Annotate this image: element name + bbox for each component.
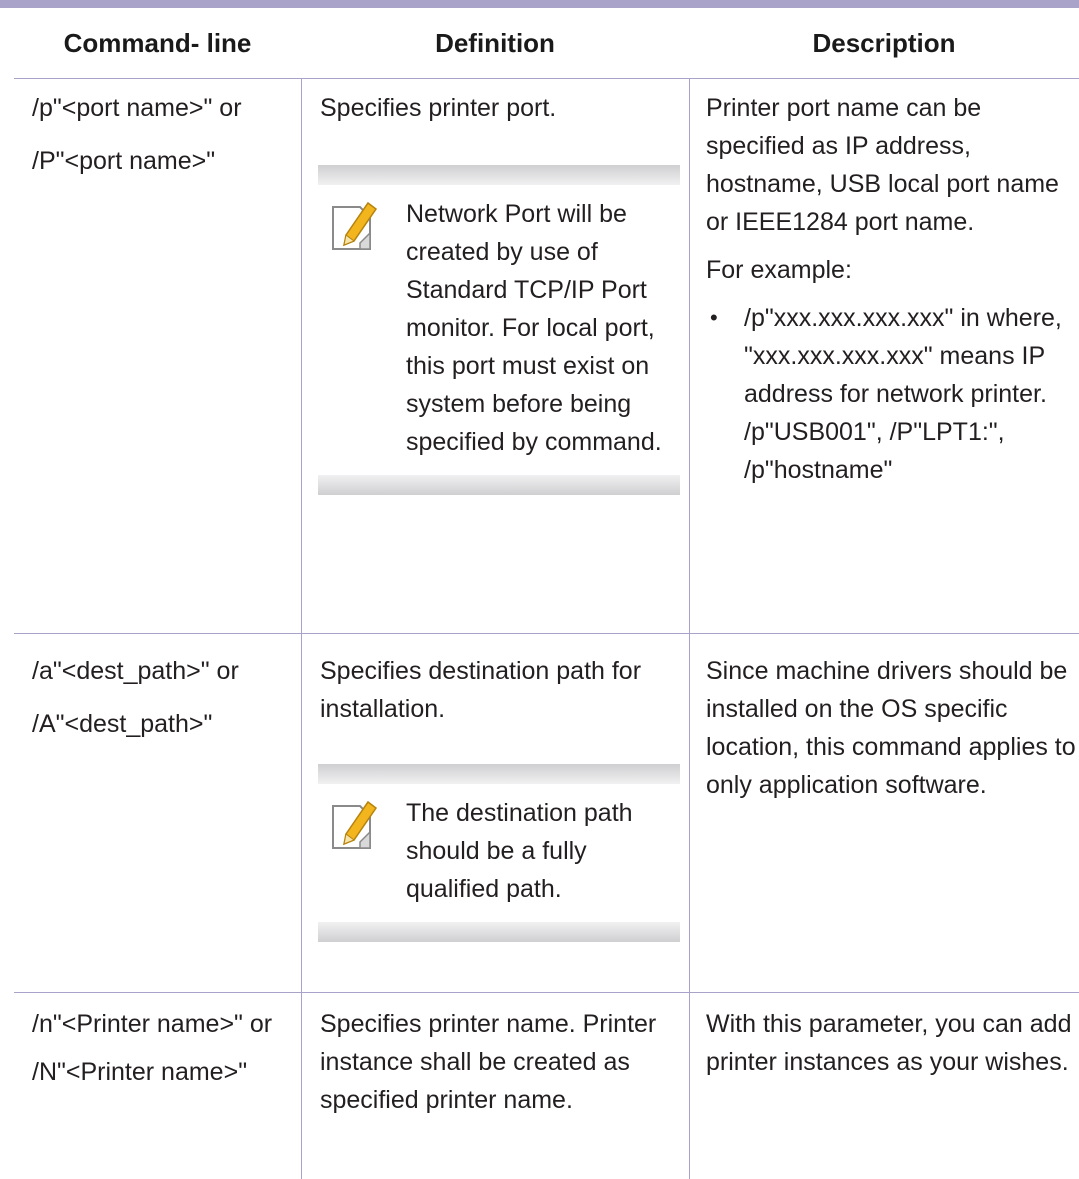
- header-command-line: Command- line: [63, 27, 252, 58]
- command-text: /P"<port name>": [32, 147, 216, 175]
- bullet-text: /p"xxx.xxx.xxx.xxx" in where, "xxx.xxx.x…: [744, 304, 1062, 484]
- top-rule: [0, 0, 1079, 8]
- note-bottom-bar: [318, 922, 680, 942]
- command-text: /A"<dest_path>": [32, 710, 213, 738]
- note-text: The destination path should be a fully q…: [406, 799, 633, 903]
- note-body: Network Port will be created by use of S…: [318, 185, 680, 475]
- description-cell: Printer port name can be specified as IP…: [689, 79, 1079, 633]
- description-text: Printer port name can be specified as IP…: [706, 94, 1059, 236]
- definition-text: Specifies printer port.: [320, 94, 557, 122]
- command-text: /p"<port name>" or: [32, 94, 242, 122]
- note-top-bar: [318, 165, 680, 185]
- definition-cell: Specifies destination path for installat…: [301, 634, 689, 992]
- command-text: /n"<Printer name>" or: [32, 1010, 273, 1038]
- command-cell: /n"<Printer name>" or /N"<Printer name>": [14, 993, 301, 1179]
- note-pencil-icon: [332, 201, 378, 250]
- note-body: The destination path should be a fully q…: [318, 784, 680, 922]
- note-bottom-bar: [318, 475, 680, 495]
- example-label: For example:: [706, 256, 852, 284]
- description-cell: With this parameter, you can add printer…: [689, 993, 1079, 1179]
- command-cell: /a"<dest_path>" or /A"<dest_path>": [14, 634, 301, 992]
- header-description: Description: [812, 27, 956, 58]
- definition-text: Specifies destination path for installat…: [320, 657, 642, 723]
- note-pencil-icon: [332, 800, 378, 849]
- definition-cell: Specifies printer port. Network Port wil…: [301, 79, 689, 633]
- note-box: The destination path should be a fully q…: [318, 764, 680, 942]
- description-text: With this parameter, you can add printer…: [706, 1010, 1072, 1076]
- command-line-table: Command- line Definition Description /p"…: [14, 8, 1079, 1179]
- example-bullet: • /p"xxx.xxx.xxx.xxx" in where, "xxx.xxx…: [706, 299, 1079, 489]
- command-text: /a"<dest_path>" or: [32, 657, 239, 685]
- command-cell: /p"<port name>" or /P"<port name>": [14, 79, 301, 633]
- definition-cell: Specifies printer name. Printer instance…: [301, 993, 689, 1179]
- table-row: /a"<dest_path>" or /A"<dest_path>" Speci…: [14, 634, 1079, 993]
- note-text: Network Port will be created by use of S…: [406, 200, 662, 456]
- description-text: Since machine drivers should be installe…: [706, 657, 1076, 799]
- note-top-bar: [318, 764, 680, 784]
- header-definition: Definition: [435, 27, 555, 58]
- note-box: Network Port will be created by use of S…: [318, 165, 680, 495]
- table-row: /n"<Printer name>" or /N"<Printer name>"…: [14, 993, 1079, 1179]
- table-row: /p"<port name>" or /P"<port name>" Speci…: [14, 79, 1079, 634]
- table-header: Command- line Definition Description: [14, 8, 1079, 79]
- definition-text: Specifies printer name. Printer instance…: [320, 1010, 657, 1114]
- command-text: /N"<Printer name>": [32, 1058, 248, 1086]
- description-cell: Since machine drivers should be installe…: [689, 634, 1079, 992]
- bullet-dot: •: [710, 305, 718, 330]
